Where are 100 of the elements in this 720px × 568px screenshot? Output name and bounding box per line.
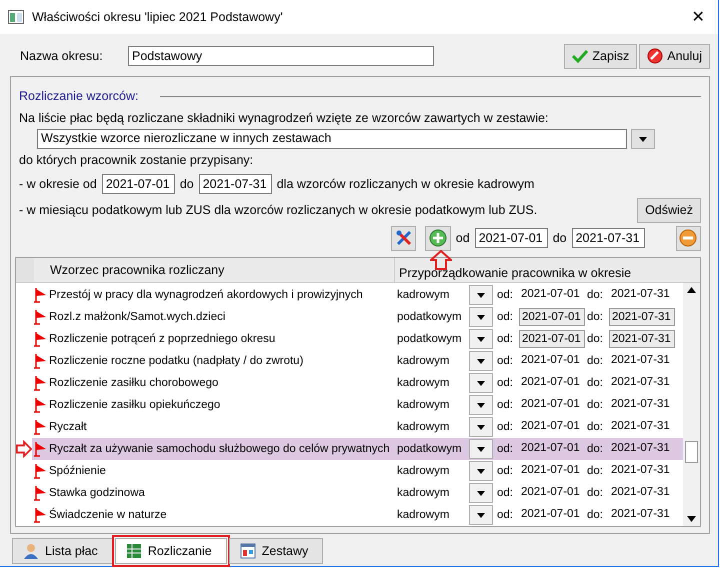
- date-cell[interactable]: 2021-07-31: [609, 308, 675, 326]
- table-cell-text: do:: [587, 289, 604, 301]
- table-row[interactable]: Spóźnienie kadrowym od: 2021-07-01 do: 2021-07-31: [16, 460, 683, 482]
- tab[interactable]: Zestawy: [228, 538, 324, 564]
- column-header: Wzorzec pracownika rozliczany: [49, 263, 226, 277]
- caret-icon: [477, 358, 485, 364]
- table-cell-text: od:: [497, 399, 514, 411]
- table-cell-text: kadrowym: [397, 487, 450, 499]
- flag-icon: [33, 331, 47, 347]
- table-cell-text: kadrowym: [397, 377, 450, 389]
- period-label: - w okresie od: [19, 177, 97, 191]
- caret-icon: [477, 512, 485, 518]
- table-row[interactable]: Stawka godzinowa kadrowym od: 2021-07-01 do: 2021-07-31: [16, 482, 683, 504]
- table-row[interactable]: Rozliczenie roczne podatku (nadpłaty / do zwrotu) kadrowym od: 2021-07-01 do: 2021-07-31: [16, 350, 683, 372]
- date-cell-text: 2021-07-01: [520, 507, 581, 522]
- description-text: Na liście płac będą rozliczane składniki wynagrodzeń wzięte ze wzorców zawartych w zestawie:: [18, 111, 550, 127]
- date-cell-text: 2021-07-01: [520, 441, 581, 456]
- table-cell-text: od:: [497, 333, 514, 345]
- table-cell-text: od:: [497, 289, 514, 301]
- dropdown-button[interactable]: [469, 285, 493, 305]
- save-button[interactable]: Zapisz: [564, 44, 638, 68]
- date-cell[interactable]: 2021-07-31: [609, 330, 675, 348]
- dropdown-button[interactable]: [469, 417, 493, 437]
- from-label: od: [456, 231, 470, 245]
- description-text: do których pracownik zostanie przypisany:: [18, 153, 254, 169]
- flag-icon: [33, 485, 47, 501]
- table-row[interactable]: Przestój w pracy dla wynagrodzeń akordowych i prowizyjnych kadrowym od: 2021-07-01 do: 2021-07-31: [16, 284, 683, 306]
- tab[interactable]: Lista płac: [12, 538, 113, 564]
- remove-button[interactable]: [676, 226, 701, 250]
- date-cell-text: 2021-07-01: [520, 397, 581, 412]
- date-cell-text: 2021-07-31: [610, 507, 671, 522]
- section-title: Rozliczanie wzorców:: [19, 89, 138, 103]
- table-cell-text: od:: [497, 377, 514, 389]
- dropdown-button[interactable]: [469, 483, 493, 503]
- window-title: Właściwości okresu 'lipiec 2021 Podstawowy': [32, 10, 284, 24]
- date-cell[interactable]: 2021-07-01: [519, 330, 585, 348]
- caret-icon: [639, 136, 647, 142]
- caret-icon: [477, 336, 485, 342]
- table-row[interactable]: Świadczenie w naturze kadrowym od: 2021-07-01 do: 2021-07-31: [16, 504, 683, 526]
- flag-icon: [33, 397, 47, 413]
- table-cell-text: Rozliczenie zasiłku opiekuńczego: [49, 399, 222, 411]
- description-text: dla wzorców rozliczanych w okresie kadrowym: [276, 177, 534, 191]
- table-cell-text: Spóźnienie: [49, 465, 107, 477]
- date-field[interactable]: 2021-07-01: [102, 174, 175, 194]
- tools-icon: [394, 229, 413, 247]
- table-cell-text: od:: [497, 421, 514, 433]
- scroll-down-icon[interactable]: [687, 516, 696, 522]
- table-row[interactable]: Rozl.z małżonk/Samot.wych.dzieci podatkowym od: 2021-07-01 do: 2021-07-31: [16, 306, 683, 328]
- dropdown-button[interactable]: [469, 307, 493, 327]
- table-cell-text: Przestój w pracy dla wynagrodzeń akordowych i prowizyjnych: [49, 289, 364, 301]
- table-cell-text: od:: [497, 465, 514, 477]
- caret-icon: [477, 468, 485, 474]
- flag-icon: [33, 507, 47, 523]
- tools-button[interactable]: [391, 226, 416, 250]
- scroll-up-icon[interactable]: [687, 287, 696, 293]
- table-cell-text: Rozl.z małżonk/Samot.wych.dzieci: [49, 311, 226, 323]
- column-header: Przyporządkowanie pracownika w okresie: [394, 258, 632, 282]
- minus-icon: [679, 229, 698, 247]
- arrow-annotation: [16, 440, 32, 458]
- table-row[interactable]: Rozliczenie zasiłku opiekuńczego kadrowym od: 2021-07-01 do: 2021-07-31: [16, 394, 683, 416]
- table-cell-text: do:: [587, 377, 604, 389]
- flag-icon: [33, 375, 47, 391]
- flag-icon: [33, 441, 47, 457]
- table-cell-text: od:: [497, 355, 514, 367]
- table-cell-text: kadrowym: [397, 509, 450, 521]
- to-label: do: [180, 177, 194, 191]
- dropdown-button[interactable]: [469, 373, 493, 393]
- table-row[interactable]: Rozliczenie zasiłku chorobowego kadrowym od: 2021-07-01 do: 2021-07-31: [16, 372, 683, 394]
- dropdown-button[interactable]: [469, 461, 493, 481]
- prohibited-icon: [647, 48, 664, 64]
- dropdown-button[interactable]: [469, 351, 493, 371]
- table-cell-text: do:: [587, 443, 604, 455]
- table-row[interactable]: Ryczałt kadrowym od: 2021-07-01 do: 2021-07-31: [16, 416, 683, 438]
- table-row[interactable]: Ryczałt za używanie samochodu służbowego do celów prywatnych podatkowym od: 2021-07-01 do: 2021-07-31: [16, 438, 683, 460]
- date-cell-text: 2021-07-31: [610, 287, 671, 302]
- caret-icon: [477, 402, 485, 408]
- period-name-field[interactable]: Podstawowy: [128, 46, 434, 66]
- table-row[interactable]: Rozliczenie potrąceń z poprzedniego okresu podatkowym od: 2021-07-01 do: 2021-07-31: [16, 328, 683, 350]
- add-button[interactable]: [425, 226, 451, 250]
- refresh-button[interactable]: Odśwież: [637, 198, 701, 222]
- window-chart-icon: [240, 543, 256, 559]
- dropdown-button[interactable]: [469, 395, 493, 415]
- dropdown-button[interactable]: [469, 439, 493, 459]
- close-button[interactable]: ✕: [678, 7, 718, 27]
- arrow-annotation: [430, 250, 452, 270]
- dropdown-button[interactable]: [469, 329, 493, 349]
- date-field[interactable]: 2021-07-31: [572, 228, 645, 248]
- table-cell-text: Świadczenie w naturze: [49, 509, 168, 521]
- table-cell-text: do:: [587, 333, 604, 345]
- date-field[interactable]: 2021-07-01: [474, 228, 548, 248]
- date-cell[interactable]: 2021-07-01: [519, 308, 585, 326]
- cancel-button[interactable]: Anuluj: [639, 44, 710, 68]
- field-label: Nazwa okresu:: [19, 49, 104, 63]
- date-cell-text: 2021-07-31: [610, 441, 671, 456]
- flag-icon: [33, 309, 47, 325]
- scroll-thumb[interactable]: [685, 441, 698, 463]
- date-field[interactable]: 2021-07-31: [198, 174, 272, 194]
- dropdown-button[interactable]: [469, 505, 493, 525]
- tab[interactable]: Rozliczanie: [114, 538, 227, 564]
- scrollbar[interactable]: [683, 283, 700, 526]
